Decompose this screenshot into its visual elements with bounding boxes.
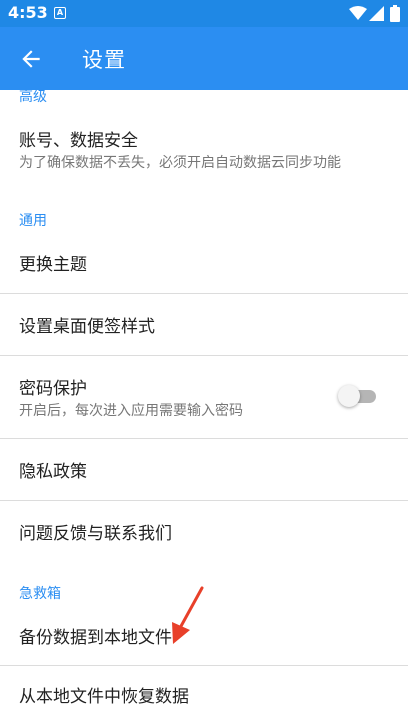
wifi-icon — [349, 6, 367, 20]
settings-item-title: 隐私政策 — [19, 462, 87, 482]
app-bar: 设置 — [0, 27, 408, 90]
notification-icon: A — [54, 7, 66, 19]
settings-item-password[interactable]: 密码保护 开启后，每次进入应用需要输入密码 — [0, 356, 408, 438]
settings-item-title: 问题反馈与联系我们 — [19, 524, 172, 544]
battery-icon — [390, 5, 400, 22]
settings-item-title: 密码保护 — [19, 379, 87, 399]
settings-item-subtitle: 为了确保数据不丢失，必须开启自动数据云同步功能 — [19, 155, 341, 171]
back-arrow-icon[interactable] — [18, 46, 44, 72]
settings-item-restore[interactable]: 从本地文件中恢复数据 — [0, 666, 408, 727]
signal-icon — [369, 6, 384, 21]
settings-item-feedback[interactable]: 问题反馈与联系我们 — [0, 501, 408, 562]
section-header-rescue: 急救箱 — [19, 586, 61, 602]
settings-item-title: 从本地文件中恢复数据 — [19, 687, 189, 707]
status-time: 4:53 — [8, 3, 48, 22]
settings-item-widget-style[interactable]: 设置桌面便签样式 — [0, 294, 408, 355]
password-toggle[interactable] — [338, 383, 380, 409]
settings-item-theme[interactable]: 更换主题 — [0, 235, 408, 293]
settings-item-title: 账号、数据安全 — [19, 131, 138, 151]
annotation-arrow-icon — [172, 586, 204, 644]
settings-item-title: 更换主题 — [19, 255, 87, 275]
status-bar: 4:53 A — [0, 0, 408, 27]
settings-item-title: 备份数据到本地文件 — [19, 628, 172, 648]
settings-list[interactable]: 高级 账号、数据安全 为了确保数据不丢失，必须开启自动数据云同步功能 通用 更换… — [0, 90, 408, 727]
settings-item-account[interactable]: 账号、数据安全 为了确保数据不丢失，必须开启自动数据云同步功能 — [0, 116, 408, 186]
section-header-general: 通用 — [19, 213, 47, 229]
section-header-advanced: 高级 — [19, 90, 47, 105]
page-title: 设置 — [82, 48, 126, 72]
toggle-thumb — [338, 385, 360, 407]
settings-item-subtitle: 开启后，每次进入应用需要输入密码 — [19, 403, 243, 419]
settings-item-privacy[interactable]: 隐私政策 — [0, 439, 408, 500]
settings-item-title: 设置桌面便签样式 — [19, 317, 155, 337]
